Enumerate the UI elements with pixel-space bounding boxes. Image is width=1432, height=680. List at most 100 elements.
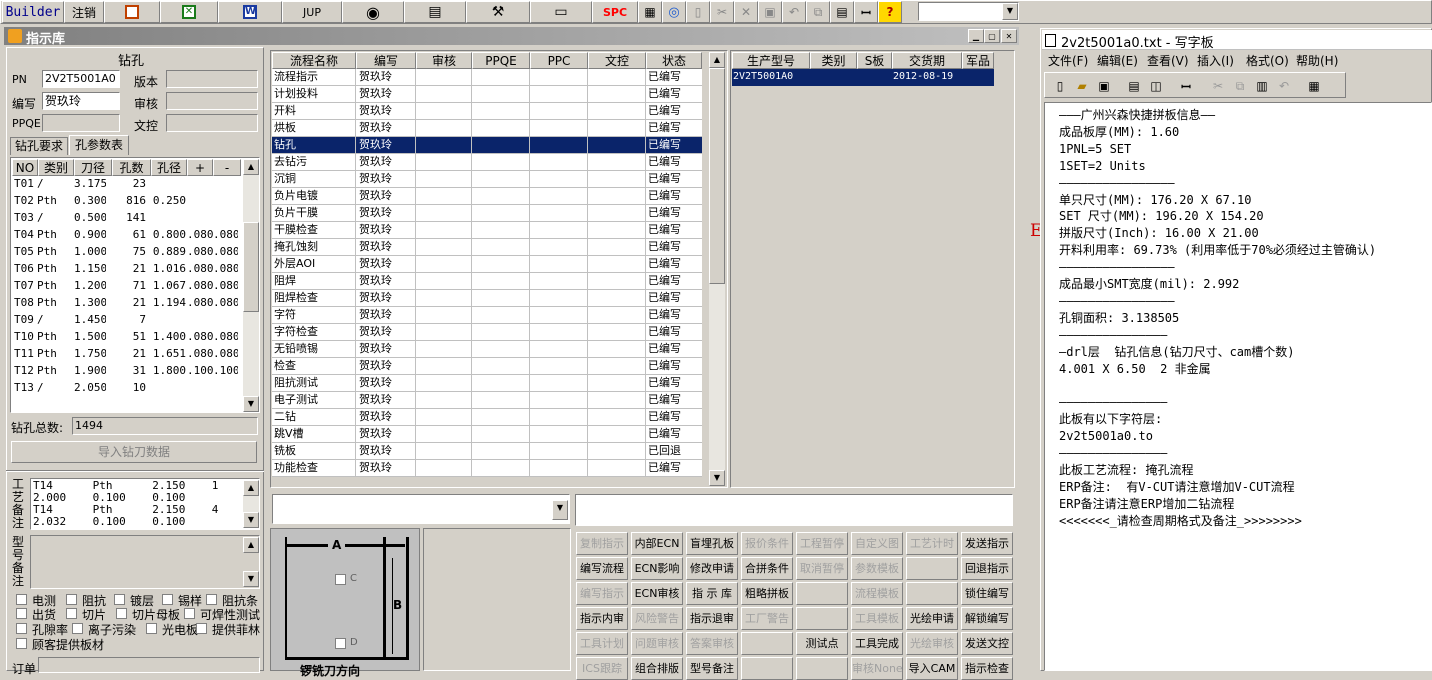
wp-new-icon[interactable]: ▯ <box>1050 75 1070 97</box>
excel-icon[interactable]: ✕ <box>160 1 218 23</box>
model-notes-scroll-down[interactable]: ▼ <box>243 571 259 587</box>
option-checkbox[interactable] <box>16 594 27 605</box>
diagram-check-c[interactable] <box>335 574 346 585</box>
notes-scroll-up[interactable]: ▲ <box>243 480 259 496</box>
option-checkbox[interactable] <box>16 623 27 634</box>
prod-col-header[interactable]: S板 <box>857 52 892 69</box>
delete-icon[interactable]: ✕ <box>734 1 758 23</box>
option-checkbox[interactable] <box>114 594 125 605</box>
action-button[interactable]: ECN审核 <box>631 582 683 605</box>
action-button[interactable]: 自定义图 <box>851 532 903 555</box>
copy-icon[interactable]: ⧉ <box>806 1 830 23</box>
ppt-icon[interactable] <box>104 1 160 23</box>
action-button[interactable]: 导入CAM <box>906 657 958 680</box>
spc-button[interactable]: SPC <box>592 1 638 23</box>
wordpad-menu-item[interactable]: 查看(V) <box>1147 52 1189 69</box>
option-checkbox[interactable] <box>16 638 27 649</box>
wp-copy-icon[interactable]: ⧉ <box>1230 75 1250 97</box>
wp-cut-icon[interactable]: ✂ <box>1208 75 1228 97</box>
action-button[interactable]: 工具计划 <box>576 632 628 655</box>
action-button[interactable]: 合拼条件 <box>741 557 793 580</box>
ppqe-field[interactable] <box>42 114 120 132</box>
option-checkbox[interactable] <box>146 623 157 634</box>
wp-datetime-icon[interactable]: ▦ <box>1304 75 1324 97</box>
action-button[interactable]: 光绘审核 <box>906 632 958 655</box>
new-icon[interactable]: ▯ <box>686 1 710 23</box>
action-button[interactable]: 问题审核 <box>631 632 683 655</box>
prod-col-header[interactable]: 军品 <box>962 52 994 69</box>
option-checkbox[interactable] <box>66 594 77 605</box>
version-field[interactable] <box>166 70 258 88</box>
action-button[interactable]: 复制指示 <box>576 532 628 555</box>
wordpad-menu-item[interactable]: 文件(F) <box>1048 52 1088 69</box>
wp-paste-icon[interactable]: ▥ <box>1252 75 1272 97</box>
action-button[interactable]: 答案审核 <box>686 632 738 655</box>
flow-col-header[interactable]: 编写 <box>356 52 416 69</box>
action-button[interactable]: 盲埋孔板 <box>686 532 738 555</box>
save-icon[interactable]: ▣ <box>758 1 782 23</box>
flow-col-header[interactable]: PPC <box>530 52 588 69</box>
wp-preview-icon[interactable]: ◫ <box>1146 75 1166 97</box>
help-icon[interactable]: ? <box>878 1 902 23</box>
tools-icon[interactable]: ⚒ <box>466 1 530 23</box>
action-button[interactable]: 粗略拼板 <box>741 582 793 605</box>
action-button[interactable]: 取消暂停 <box>796 557 848 580</box>
close-button[interactable]: ✕ <box>1001 29 1017 43</box>
web-icon[interactable]: ◎ <box>662 1 686 23</box>
wp-save-icon[interactable]: ▣ <box>1094 75 1114 97</box>
prod-col-header[interactable]: 类别 <box>810 52 857 69</box>
action-button[interactable]: 解锁编写 <box>961 607 1013 630</box>
tab-drill-requirements[interactable]: 钻孔要求 <box>10 137 68 155</box>
action-button[interactable]: 回退指示 <box>961 557 1013 580</box>
model-notes-scroll-up[interactable]: ▲ <box>243 537 259 553</box>
action-button[interactable]: 修改申请 <box>686 557 738 580</box>
toolbar-combo-arrow[interactable]: ▼ <box>1002 3 1018 20</box>
diagram-check-d[interactable] <box>335 638 346 649</box>
flow-combo-arrow[interactable]: ▼ <box>552 500 568 520</box>
drill-col-header[interactable]: 类别 <box>38 159 74 176</box>
option-checkbox[interactable] <box>66 608 77 619</box>
flow-col-header[interactable]: 文控 <box>588 52 646 69</box>
drill-col-header[interactable]: - <box>213 159 241 176</box>
flow-combo[interactable] <box>272 494 570 524</box>
builder-button[interactable]: Builder <box>2 1 64 23</box>
option-checkbox[interactable] <box>206 594 217 605</box>
prod-col-header[interactable]: 交货期 <box>892 52 962 69</box>
action-button[interactable]: 内部ECN <box>631 532 683 555</box>
print-icon[interactable]: ▤ <box>830 1 854 23</box>
action-button[interactable]: 光绘申请 <box>906 607 958 630</box>
review-field[interactable] <box>166 92 258 110</box>
action-button[interactable]: ICS跟踪 <box>576 657 628 680</box>
calendar-icon[interactable]: ▦ <box>638 1 662 23</box>
undo-icon[interactable]: ↶ <box>782 1 806 23</box>
action-button[interactable]: 工具模板 <box>851 607 903 630</box>
action-button[interactable]: 测试点 <box>796 632 848 655</box>
option-checkbox[interactable] <box>184 608 195 619</box>
option-checkbox[interactable] <box>162 594 173 605</box>
drill-col-header[interactable]: + <box>187 159 213 176</box>
drill-scroll-thumb[interactable] <box>243 222 259 312</box>
drill-col-header[interactable]: NO <box>12 159 38 176</box>
wordpad-menu-item[interactable]: 格式(O) <box>1246 52 1289 69</box>
writer-field[interactable]: 贺玖玲 <box>42 92 120 110</box>
action-button[interactable]: 指示检查 <box>961 657 1013 680</box>
doc-control-field[interactable] <box>166 114 258 132</box>
wordpad-menu-item[interactable]: 帮助(H) <box>1296 52 1338 69</box>
option-checkbox[interactable] <box>196 623 207 634</box>
drill-col-header[interactable]: 孔径 <box>151 159 187 176</box>
database-icon[interactable]: ▤ <box>404 1 466 23</box>
logout-button[interactable]: 注销 <box>64 1 104 23</box>
action-button[interactable]: 工程暂停 <box>796 532 848 555</box>
eye-icon[interactable]: ◉ <box>342 1 404 23</box>
drill-total-field[interactable]: 1494 <box>72 417 258 435</box>
action-button[interactable]: 编写指示 <box>576 582 628 605</box>
wp-print-icon[interactable]: ▤ <box>1124 75 1144 97</box>
cut-icon[interactable]: ✂ <box>710 1 734 23</box>
pn-field[interactable]: 2V2T5001A0 <box>42 70 120 88</box>
wp-open-icon[interactable]: ▰ <box>1072 75 1092 97</box>
action-button[interactable]: 工厂警告 <box>741 607 793 630</box>
drill-scroll-up[interactable]: ▲ <box>243 159 259 175</box>
flow-col-header[interactable]: 流程名称 <box>272 52 356 69</box>
action-button[interactable]: 指 示 库 <box>686 582 738 605</box>
action-button[interactable]: 发送指示 <box>961 532 1013 555</box>
